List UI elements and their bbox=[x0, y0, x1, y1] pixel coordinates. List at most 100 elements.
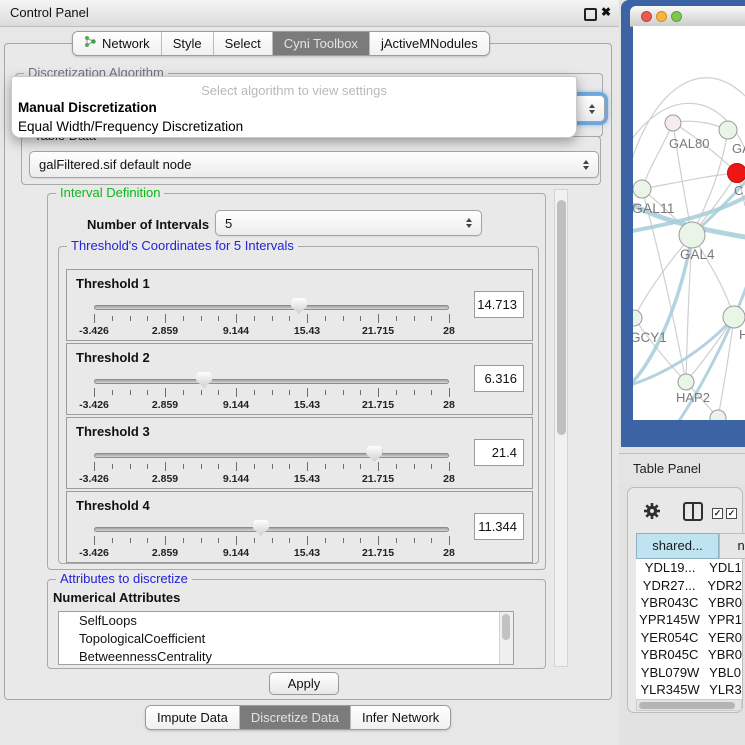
column-header-shared-name[interactable]: shared... bbox=[636, 533, 719, 559]
slider-tick bbox=[431, 464, 432, 469]
table-cell[interactable]: YBL0 bbox=[704, 665, 742, 680]
table-row[interactable]: YBL079WYBL0 bbox=[636, 663, 742, 680]
slider-thumb[interactable] bbox=[253, 520, 269, 536]
slider-tick bbox=[218, 316, 219, 321]
slider-track[interactable] bbox=[94, 379, 449, 384]
table-row[interactable]: YPR145WYPR1 bbox=[636, 611, 742, 628]
close-traffic-light-icon[interactable] bbox=[641, 11, 652, 22]
close-icon[interactable]: ✖ bbox=[601, 5, 611, 19]
tab-select[interactable]: Select bbox=[213, 32, 272, 55]
slider-thumb[interactable] bbox=[366, 446, 382, 462]
threshold-value-input[interactable] bbox=[474, 439, 524, 466]
table-cell[interactable]: YPR1 bbox=[703, 612, 742, 627]
network-node[interactable] bbox=[633, 310, 642, 326]
table-row[interactable]: YDR27...YDR2 bbox=[636, 576, 742, 593]
checkbox-icon[interactable]: ✓ bbox=[712, 508, 723, 519]
settings-scrollbar[interactable] bbox=[554, 189, 568, 667]
table-cell[interactable]: YLR345W bbox=[636, 682, 704, 697]
tab-label: Network bbox=[102, 33, 150, 55]
table-panel-titlebar: Table Panel bbox=[619, 453, 745, 484]
network-node[interactable] bbox=[633, 180, 651, 198]
threshold-label: Threshold 3 bbox=[76, 424, 150, 439]
slider-thumb[interactable] bbox=[196, 372, 212, 388]
table-cell[interactable]: YBL079W bbox=[636, 665, 704, 680]
threshold-value-input[interactable] bbox=[474, 291, 524, 318]
network-node[interactable] bbox=[679, 222, 705, 248]
attribute-item-selfloops[interactable]: SelfLoops bbox=[59, 612, 513, 630]
bottom-tab-discretize-data[interactable]: Discretize Data bbox=[239, 706, 350, 729]
algorithm-option-equal-width-frequency-discretization[interactable]: Equal Width/Frequency Discretization bbox=[12, 117, 576, 136]
table-cell[interactable]: YER054C bbox=[636, 630, 703, 645]
threshold-value-input[interactable] bbox=[474, 365, 524, 392]
split-columns-icon[interactable] bbox=[683, 502, 703, 521]
slider-track[interactable] bbox=[94, 453, 449, 458]
tab-network[interactable]: Network bbox=[73, 32, 161, 55]
table-cell[interactable]: YDL1 bbox=[704, 560, 742, 575]
table-cell[interactable]: YBR0 bbox=[703, 647, 742, 662]
table-cell[interactable]: YBR0 bbox=[703, 595, 742, 610]
scale-label: 2.859 bbox=[152, 325, 178, 337]
column-header-name[interactable]: na bbox=[719, 533, 745, 559]
tab-cyni-toolbox[interactable]: Cyni Toolbox bbox=[272, 32, 369, 55]
table-row[interactable]: YBR045CYBR0 bbox=[636, 646, 742, 663]
interval-definition-group: Interval Definition Number of Intervals … bbox=[47, 193, 546, 570]
float-window-icon[interactable] bbox=[584, 8, 597, 21]
apply-button[interactable]: Apply bbox=[269, 672, 339, 695]
table-row[interactable]: YBR043CYBR0 bbox=[636, 594, 742, 611]
slider-tick bbox=[325, 390, 326, 395]
slider-tick bbox=[147, 538, 148, 543]
network-node[interactable] bbox=[665, 115, 681, 131]
slider-tick bbox=[343, 538, 344, 543]
tab-style[interactable]: Style bbox=[161, 32, 213, 55]
slider-tick bbox=[396, 390, 397, 395]
threshold-value-input[interactable] bbox=[474, 513, 524, 540]
table-cell[interactable]: YPR145W bbox=[636, 612, 703, 627]
table-horizontal-scrollbar[interactable] bbox=[636, 699, 742, 711]
slider-tick bbox=[343, 390, 344, 395]
bottom-tab-infer-network[interactable]: Infer Network bbox=[350, 706, 450, 729]
table-cell[interactable]: YDR2 bbox=[702, 578, 742, 593]
bottom-tab-impute-data[interactable]: Impute Data bbox=[146, 706, 239, 729]
table-scrollbar-thumb[interactable] bbox=[639, 702, 735, 709]
table-cell[interactable]: YBR045C bbox=[636, 647, 703, 662]
table-cell[interactable]: YLR3 bbox=[704, 682, 742, 697]
slider-tick bbox=[307, 536, 308, 545]
slider-tick bbox=[201, 538, 202, 543]
table-row[interactable]: YLR345WYLR3 bbox=[636, 681, 742, 698]
slider-tick bbox=[289, 390, 290, 395]
num-intervals-combo[interactable]: 5 bbox=[215, 210, 482, 236]
slider-track[interactable] bbox=[94, 305, 449, 310]
network-canvas[interactable]: GAL80GACGAL11GAL4GCY1HHAP2 bbox=[633, 26, 745, 420]
slider-tick bbox=[272, 464, 273, 469]
table-row[interactable]: YDL19...YDL1 bbox=[636, 559, 742, 576]
tab-jactivemnodules[interactable]: jActiveMNodules bbox=[369, 32, 489, 55]
slider-tick bbox=[254, 538, 255, 543]
scale-label: 28 bbox=[443, 399, 455, 411]
attribute-item-betweennesscentrality[interactable]: BetweennessCentrality bbox=[59, 648, 513, 665]
slider-thumb[interactable] bbox=[291, 298, 307, 314]
network-node[interactable] bbox=[719, 121, 737, 139]
table-cell[interactable]: YDL19... bbox=[636, 560, 704, 575]
gear-icon[interactable] bbox=[643, 502, 661, 523]
table-cell[interactable]: YDR27... bbox=[636, 578, 702, 593]
attribute-item-topologicalcoefficient[interactable]: TopologicalCoefficient bbox=[59, 630, 513, 648]
network-node-label: HAP2 bbox=[676, 390, 710, 405]
slider-track[interactable] bbox=[94, 527, 449, 532]
settings-scrollbar-thumb[interactable] bbox=[557, 200, 566, 435]
network-node[interactable] bbox=[728, 164, 745, 183]
algorithm-dropdown: Select algorithm to view settings Manual… bbox=[11, 76, 577, 138]
checkbox-icon[interactable]: ✓ bbox=[726, 508, 737, 519]
table-data-combo[interactable]: galFiltered.sif default node bbox=[29, 151, 599, 178]
slider-tick bbox=[414, 464, 415, 469]
zoom-traffic-light-icon[interactable] bbox=[671, 11, 682, 22]
network-node[interactable] bbox=[723, 306, 745, 328]
slider-tick bbox=[218, 538, 219, 543]
table-cell[interactable]: YBR043C bbox=[636, 595, 703, 610]
table-cell[interactable]: YER0 bbox=[703, 630, 742, 645]
minimize-traffic-light-icon[interactable] bbox=[656, 11, 667, 22]
table-row[interactable]: YER054CYER0 bbox=[636, 629, 742, 646]
attributes-list-scrollbar[interactable] bbox=[499, 612, 513, 664]
network-window-titlebar[interactable] bbox=[630, 6, 745, 27]
algorithm-option-manual-discretization[interactable]: Manual Discretization bbox=[12, 98, 576, 117]
network-node[interactable] bbox=[678, 374, 694, 390]
